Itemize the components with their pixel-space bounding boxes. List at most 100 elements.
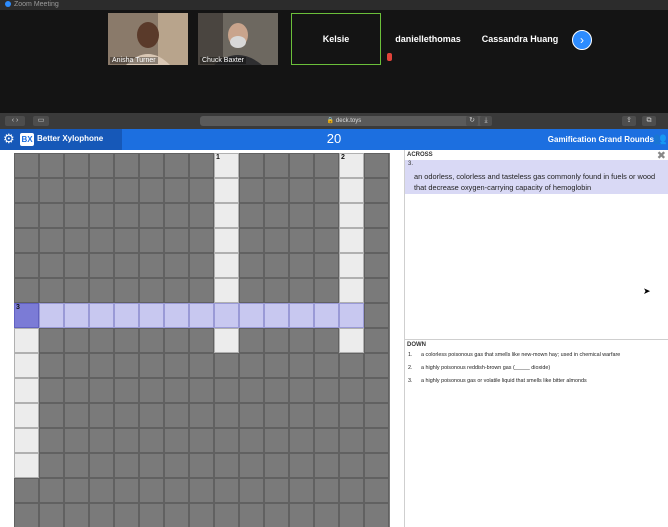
blocked-cell <box>214 403 239 428</box>
blocked-cell <box>114 328 139 353</box>
blocked-cell <box>339 453 364 478</box>
address-bar[interactable]: 🔒 deck.toys <box>200 116 488 126</box>
crossword-cell[interactable] <box>339 328 364 353</box>
blocked-cell <box>364 153 389 178</box>
down-clue[interactable]: 3. a highly poisonous gas or volatile liq… <box>408 378 666 384</box>
download-icon[interactable]: ⤓ <box>480 116 492 126</box>
blocked-cell <box>114 253 139 278</box>
crossword-cell[interactable] <box>214 228 239 253</box>
crossword-cell[interactable] <box>14 453 39 478</box>
blocked-cell <box>89 253 114 278</box>
crossword-cell[interactable] <box>339 278 364 303</box>
down-clue[interactable]: 1. a colorless poisonous gas that smells … <box>408 352 666 358</box>
crossword-cell[interactable] <box>139 303 164 328</box>
crossword-cell[interactable] <box>64 303 89 328</box>
crossword-cell[interactable] <box>164 303 189 328</box>
blocked-cell <box>239 228 264 253</box>
blocked-cell <box>39 203 64 228</box>
blocked-cell <box>314 253 339 278</box>
blocked-cell <box>339 503 364 527</box>
participant-tile[interactable]: Cassandra Huang <box>475 13 565 65</box>
participant-video[interactable]: Chuck Baxter <box>198 13 278 65</box>
crossword-cell[interactable] <box>339 178 364 203</box>
blocked-cell <box>89 178 114 203</box>
blocked-cell <box>114 403 139 428</box>
crossword-cell[interactable] <box>339 303 364 328</box>
blocked-cell <box>114 503 139 527</box>
blocked-cell <box>314 278 339 303</box>
blocked-cell <box>264 328 289 353</box>
blocked-cell <box>364 253 389 278</box>
participant-video[interactable]: Anisha Turner <box>108 13 188 65</box>
blocked-cell <box>264 253 289 278</box>
back-forward-button[interactable]: ‹ › <box>5 116 25 126</box>
active-clue[interactable]: 3. an odorless, colorless and tasteless … <box>405 160 668 194</box>
blocked-cell <box>239 453 264 478</box>
down-clue[interactable]: 2. a highly poisonous reddish-brown gas (… <box>408 365 666 371</box>
blocked-cell <box>14 478 39 503</box>
participant-tile[interactable]: daniellethomas <box>383 13 473 65</box>
blocked-cell <box>114 428 139 453</box>
blocked-cell <box>139 228 164 253</box>
crossword-cell[interactable] <box>214 303 239 328</box>
blocked-cell <box>64 328 89 353</box>
blocked-cell <box>64 503 89 527</box>
sidebar-toggle-button[interactable]: ▭ <box>33 116 49 126</box>
blocked-cell <box>64 278 89 303</box>
blocked-cell <box>239 403 264 428</box>
blocked-cell <box>14 253 39 278</box>
blocked-cell <box>89 403 114 428</box>
blocked-cell <box>214 353 239 378</box>
crossword-cell[interactable] <box>14 353 39 378</box>
blocked-cell <box>14 278 39 303</box>
crossword-cell[interactable]: 3 <box>14 303 39 328</box>
reload-icon[interactable]: ↻ <box>466 116 478 126</box>
crossword-cell[interactable] <box>314 303 339 328</box>
crossword-cell[interactable] <box>239 303 264 328</box>
crossword-cell[interactable] <box>114 303 139 328</box>
blocked-cell <box>39 378 64 403</box>
blocked-cell <box>139 328 164 353</box>
crossword-cell[interactable] <box>39 303 64 328</box>
tabs-icon[interactable]: ⧉ <box>642 116 656 126</box>
crossword-cell[interactable]: 1 <box>214 153 239 178</box>
blocked-cell <box>139 253 164 278</box>
crossword-cell[interactable] <box>289 303 314 328</box>
crossword-cell[interactable] <box>14 428 39 453</box>
blocked-cell <box>189 453 214 478</box>
crossword-cell[interactable] <box>339 228 364 253</box>
crossword-cell[interactable] <box>339 253 364 278</box>
cell-number: 2 <box>341 154 345 161</box>
crossword-cell[interactable]: 2 <box>339 153 364 178</box>
blocked-cell <box>64 453 89 478</box>
blocked-cell <box>289 378 314 403</box>
crossword-cell[interactable] <box>189 303 214 328</box>
participant-tile[interactable]: Kelsie <box>291 13 392 65</box>
share-icon[interactable]: ⇪ <box>622 116 636 126</box>
blocked-cell <box>139 478 164 503</box>
crossword-cell[interactable] <box>14 378 39 403</box>
blocked-cell <box>264 178 289 203</box>
crossword-cell[interactable] <box>14 403 39 428</box>
crossword-cell[interactable] <box>214 203 239 228</box>
crossword-cell[interactable] <box>89 303 114 328</box>
people-icon[interactable]: 👥 <box>653 132 667 145</box>
crossword-cell[interactable] <box>214 178 239 203</box>
crossword-cell[interactable] <box>264 303 289 328</box>
participant-name: Cassandra Huang <box>481 34 559 44</box>
blocked-cell <box>239 328 264 353</box>
blocked-cell <box>189 428 214 453</box>
video-strip: Anisha Turner Chuck Baxter Kelsie daniel… <box>0 10 668 113</box>
crossword-cell[interactable] <box>14 328 39 353</box>
blocked-cell <box>214 453 239 478</box>
blocked-cell <box>339 378 364 403</box>
blocked-cell <box>314 228 339 253</box>
blocked-cell <box>139 203 164 228</box>
blocked-cell <box>114 203 139 228</box>
crossword-cell[interactable] <box>214 328 239 353</box>
crossword-cell[interactable] <box>214 253 239 278</box>
chevron-right-icon[interactable]: › <box>572 30 592 50</box>
blocked-cell <box>139 178 164 203</box>
crossword-cell[interactable] <box>214 278 239 303</box>
crossword-cell[interactable] <box>339 203 364 228</box>
